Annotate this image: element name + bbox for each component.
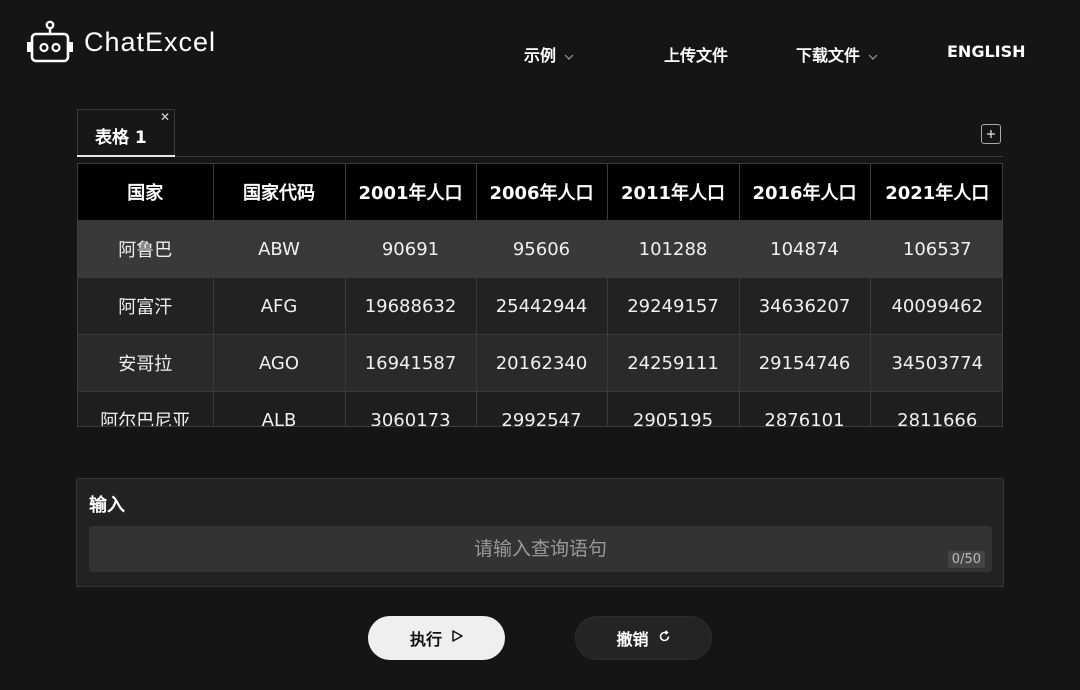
tab-bar-divider xyxy=(175,156,1003,157)
column-header-code[interactable]: 国家代码 xyxy=(213,164,346,221)
column-header-2016[interactable]: 2016年人口 xyxy=(739,164,871,221)
column-header-2011[interactable]: 2011年人口 xyxy=(607,164,740,221)
data-table-container[interactable]: 国家 国家代码 2001年人口 2006年人口 2011年人口 2016年人口 … xyxy=(77,163,1003,427)
table-row: 阿鲁巴 ABW 90691 95606 101288 104874 106537 xyxy=(78,220,1002,278)
table-cell[interactable]: AFG xyxy=(213,277,346,335)
table-cell[interactable]: 2876101 xyxy=(739,391,871,426)
nav-upload-label: 上传文件 xyxy=(664,46,729,65)
nav-upload-file[interactable]: 上传文件 xyxy=(664,42,728,66)
column-header-2001[interactable]: 2001年人口 xyxy=(345,164,477,221)
undo-button[interactable]: 撤销 xyxy=(575,616,712,660)
table-cell[interactable]: 20162340 xyxy=(476,334,608,392)
nav-language-english[interactable]: ENGLISH xyxy=(947,42,1026,61)
brand-name: ChatExcel xyxy=(84,26,217,57)
table-cell[interactable]: 安哥拉 xyxy=(78,334,214,392)
table-cell[interactable]: 34636207 xyxy=(739,277,871,335)
table-cell[interactable]: 阿富汗 xyxy=(78,277,214,335)
table-cell[interactable]: 40099462 xyxy=(870,277,1002,335)
query-input-panel: 输入 0/50 xyxy=(76,478,1004,587)
logo[interactable]: ChatExcel xyxy=(26,20,216,64)
table-cell[interactable]: 34503774 xyxy=(870,334,1002,392)
app-header: ChatExcel 示例 上传文件 下载文件 ENGLISH xyxy=(0,0,1080,100)
table-cell[interactable]: ABW xyxy=(213,220,346,278)
table-cell[interactable]: 104874 xyxy=(739,220,871,278)
table-cell[interactable]: 19688632 xyxy=(345,277,477,335)
table-cell[interactable]: 16941587 xyxy=(345,334,477,392)
nav-examples[interactable]: 示例 xyxy=(524,42,574,66)
table-cell[interactable]: 3060173 xyxy=(345,391,477,426)
table-row: 阿尔巴尼亚 ALB 3060173 2992547 2905195 287610… xyxy=(78,391,1002,426)
table-cell[interactable]: 2811666 xyxy=(870,391,1002,426)
input-label: 输入 xyxy=(89,495,125,516)
close-icon[interactable]: ✕ xyxy=(160,110,170,124)
chevron-down-icon xyxy=(868,45,878,64)
run-button[interactable]: 执行 xyxy=(368,616,505,660)
table-cell[interactable]: ALB xyxy=(213,391,346,426)
table-cell[interactable]: 阿尔巴尼亚 xyxy=(78,391,214,426)
table-cell[interactable]: 2905195 xyxy=(607,391,740,426)
data-table: 国家 国家代码 2001年人口 2006年人口 2011年人口 2016年人口 … xyxy=(78,164,1002,426)
robot-icon xyxy=(27,20,73,63)
column-header-2021[interactable]: 2021年人口 xyxy=(870,164,1002,221)
play-icon xyxy=(451,630,463,646)
undo-icon xyxy=(658,629,671,647)
table-cell[interactable]: 25442944 xyxy=(476,277,608,335)
undo-button-label: 撤销 xyxy=(616,630,649,649)
chevron-down-icon xyxy=(564,45,574,64)
nav-examples-label: 示例 xyxy=(524,46,557,65)
table-header-row: 国家 国家代码 2001年人口 2006年人口 2011年人口 2016年人口 … xyxy=(78,164,1002,221)
active-tab-indicator xyxy=(77,155,175,157)
column-header-2006[interactable]: 2006年人口 xyxy=(476,164,608,221)
table-cell[interactable]: 95606 xyxy=(476,220,608,278)
table-cell[interactable]: 阿鲁巴 xyxy=(78,220,214,278)
table-row: 安哥拉 AGO 16941587 20162340 24259111 29154… xyxy=(78,334,1002,392)
nav-language-label: ENGLISH xyxy=(947,42,1026,61)
column-header-country[interactable]: 国家 xyxy=(78,164,214,221)
plus-icon xyxy=(987,130,995,138)
char-counter: 0/50 xyxy=(947,551,985,568)
table-cell[interactable]: 2992547 xyxy=(476,391,608,426)
run-button-label: 执行 xyxy=(409,630,442,649)
nav-download-file[interactable]: 下载文件 xyxy=(796,42,878,66)
nav-download-label: 下载文件 xyxy=(796,46,861,65)
table-cell[interactable]: 24259111 xyxy=(607,334,740,392)
add-tab-button[interactable] xyxy=(981,124,1001,144)
query-input[interactable] xyxy=(89,526,992,572)
table-cell[interactable]: 90691 xyxy=(345,220,477,278)
table-cell[interactable]: 101288 xyxy=(607,220,740,278)
table-cell[interactable]: 29154746 xyxy=(739,334,871,392)
table-cell[interactable]: AGO xyxy=(213,334,346,392)
table-cell[interactable]: 106537 xyxy=(870,220,1002,278)
tab-sheet-1[interactable]: 表格 1 ✕ xyxy=(77,109,175,156)
tab-label: 表格 1 xyxy=(95,128,147,148)
table-row: 阿富汗 AFG 19688632 25442944 29249157 34636… xyxy=(78,277,1002,335)
table-cell[interactable]: 29249157 xyxy=(607,277,740,335)
